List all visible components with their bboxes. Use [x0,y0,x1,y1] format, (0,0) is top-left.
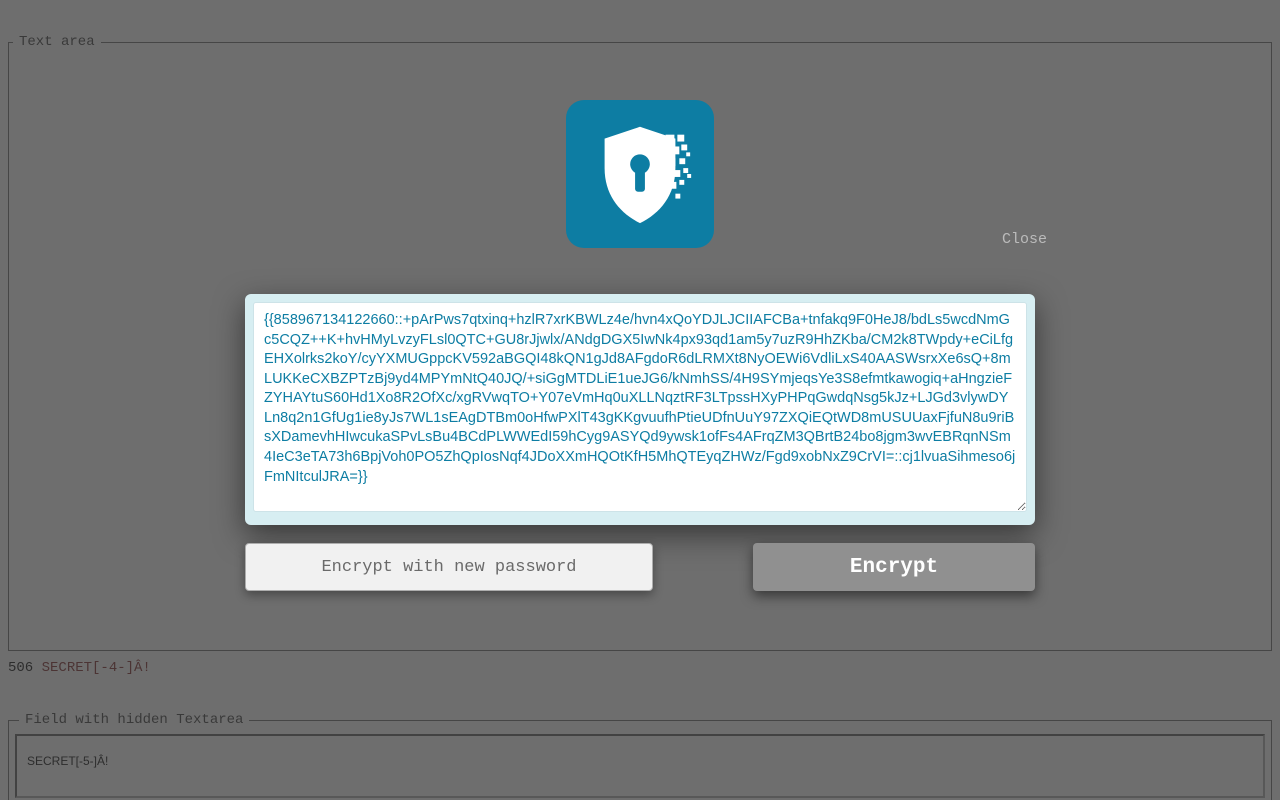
close-button[interactable]: Close [996,230,1053,249]
encrypt-button[interactable]: Encrypt [753,543,1035,591]
dialog-button-row: Encrypt [245,543,1035,591]
encrypt-dialog: Close [245,100,1035,591]
cipher-container [245,294,1035,525]
password-input[interactable] [245,543,653,591]
logo-container [245,100,1035,248]
modal-overlay: Close [0,0,1280,800]
cipher-textarea[interactable] [253,302,1027,512]
shield-lock-icon [566,100,714,248]
